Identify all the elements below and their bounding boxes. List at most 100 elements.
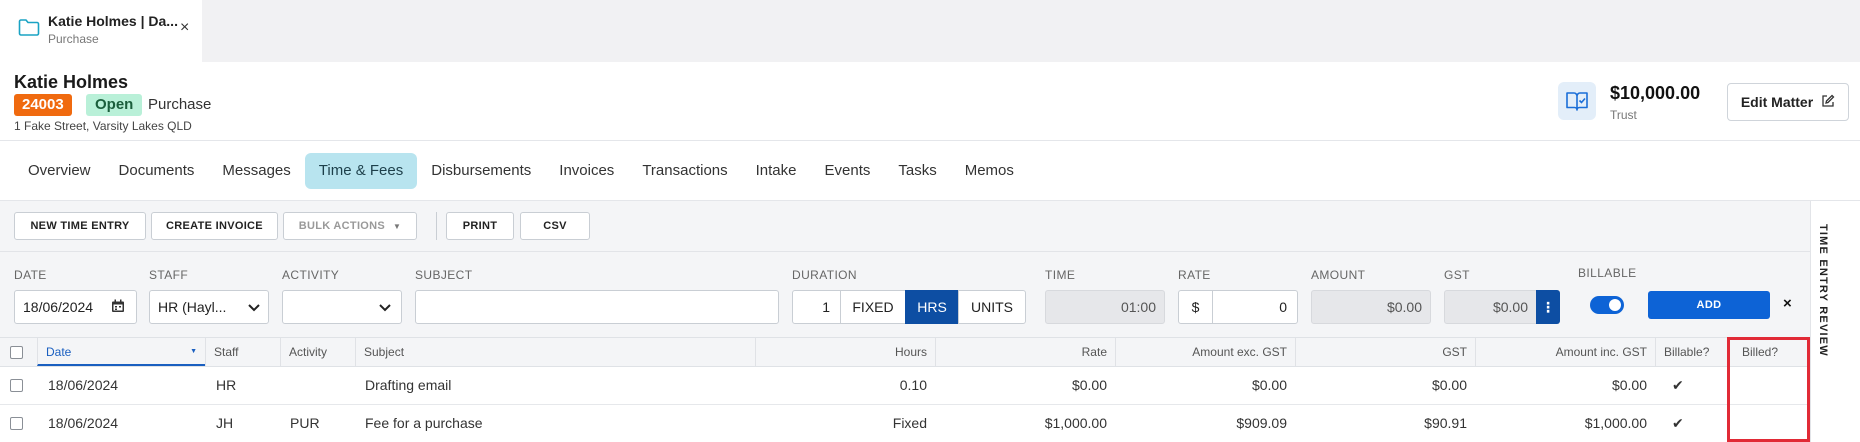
- close-icon[interactable]: ×: [1783, 295, 1792, 312]
- cell-rate: $0.00: [1071, 377, 1107, 393]
- tab-memos[interactable]: Memos: [951, 153, 1028, 189]
- folder-icon: [18, 18, 40, 40]
- gst-field: $0.00: [1444, 290, 1537, 324]
- time-entry-review-tab[interactable]: TIME ENTRY REVIEW: [1817, 224, 1829, 357]
- tab-events[interactable]: Events: [811, 153, 885, 189]
- subject-label: SUBJECT: [415, 268, 473, 282]
- tab-subtitle: Purchase: [48, 32, 99, 46]
- status-badge: Open: [86, 94, 143, 116]
- column-header-rate[interactable]: Rate: [935, 338, 1115, 366]
- date-field[interactable]: 18/06/2024: [14, 290, 137, 324]
- duration-units-button[interactable]: UNITS: [958, 290, 1026, 324]
- duration-hrs-button[interactable]: HRS: [905, 290, 959, 324]
- rate-currency: $: [1179, 291, 1213, 323]
- billable-check-icon: ✔: [1672, 415, 1684, 431]
- cell-activity: PUR: [290, 415, 320, 431]
- cell-billed: [1735, 405, 1751, 442]
- cell-amount-inc-gst: $0.00: [1611, 377, 1647, 393]
- column-header-subject[interactable]: Subject: [355, 338, 755, 366]
- column-header-gst[interactable]: GST: [1295, 338, 1475, 366]
- client-name: Katie Holmes: [14, 72, 129, 92]
- rate-field[interactable]: $ 0: [1178, 290, 1298, 324]
- time-label: TIME: [1045, 268, 1076, 282]
- table-row[interactable]: 18/06/2024 HR Drafting email 0.10 $0.00 …: [0, 367, 1810, 405]
- rate-label: RATE: [1178, 268, 1211, 282]
- column-header-amount-inc-gst[interactable]: Amount inc. GST: [1475, 338, 1655, 366]
- column-header-billed[interactable]: Billed?: [1727, 338, 1810, 366]
- cell-amount-exc-gst: $909.09: [1236, 415, 1287, 431]
- column-header-date[interactable]: Date ▼: [37, 338, 205, 366]
- cell-amount-inc-gst: $1,000.00: [1584, 415, 1647, 431]
- print-button[interactable]: PRINT: [446, 212, 514, 240]
- trust-book-icon[interactable]: [1558, 82, 1596, 120]
- row-checkbox[interactable]: [10, 379, 23, 392]
- edit-icon: [1821, 94, 1835, 111]
- sort-desc-icon: ▼: [190, 348, 197, 355]
- billable-toggle[interactable]: [1590, 296, 1624, 314]
- trust-label: Trust: [1610, 108, 1637, 122]
- matter-nav: Overview Documents Messages Time & Fees …: [14, 153, 1028, 189]
- subject-input[interactable]: [415, 290, 779, 324]
- duration-label: DURATION: [792, 268, 857, 282]
- column-header-amount-exc-gst[interactable]: Amount exc. GST: [1115, 338, 1295, 366]
- cell-staff: JH: [216, 415, 234, 431]
- create-invoice-button[interactable]: CREATE INVOICE: [151, 212, 278, 240]
- column-header-billable[interactable]: Billable?: [1655, 338, 1727, 366]
- select-all-checkbox[interactable]: [10, 346, 23, 359]
- cell-gst: $90.91: [1424, 415, 1467, 431]
- close-icon[interactable]: ×: [180, 19, 189, 37]
- tab-overview[interactable]: Overview: [14, 153, 105, 189]
- cell-subject: Drafting email: [365, 377, 452, 393]
- billable-label: BILLABLE: [1578, 266, 1637, 280]
- tab-documents[interactable]: Documents: [105, 153, 209, 189]
- gst-label: GST: [1444, 268, 1470, 282]
- activity-select[interactable]: [282, 290, 402, 324]
- activity-label: ACTIVITY: [282, 268, 340, 282]
- chevron-down-icon: [379, 299, 391, 315]
- tab-title: Katie Holmes | Da...: [48, 13, 178, 29]
- row-checkbox[interactable]: [10, 417, 23, 430]
- edit-matter-label: Edit Matter: [1740, 94, 1814, 110]
- amount-field: $0.00: [1311, 290, 1431, 324]
- cell-hours: 0.10: [899, 377, 927, 393]
- cell-staff: HR: [216, 377, 237, 393]
- edit-matter-button[interactable]: Edit Matter: [1727, 83, 1849, 121]
- staff-select[interactable]: HR (Hayl...: [149, 290, 269, 324]
- cell-hours: Fixed: [892, 415, 927, 431]
- column-header-staff[interactable]: Staff: [205, 338, 280, 366]
- column-header-activity[interactable]: Activity: [280, 338, 355, 366]
- cell-activity: [282, 367, 298, 404]
- duration-input[interactable]: 1: [792, 290, 841, 324]
- matter-address: 1 Fake Street, Varsity Lakes QLD: [14, 119, 192, 133]
- more-options-icon[interactable]: ⋮: [1536, 290, 1560, 324]
- table-header: Date ▼ Staff Activity Subject Hours Rate…: [0, 337, 1810, 367]
- tab-tasks[interactable]: Tasks: [884, 153, 950, 189]
- tab-disbursements[interactable]: Disbursements: [417, 153, 545, 189]
- table-row[interactable]: 18/06/2024 JH PUR Fee for a purchase Fix…: [0, 405, 1810, 442]
- date-label: DATE: [14, 268, 47, 282]
- tab-strip: Katie Holmes | Da... Purchase ×: [0, 0, 1860, 62]
- trust-balance: $10,000.00: [1610, 83, 1701, 103]
- column-header-date-label: Date: [46, 345, 72, 359]
- tab-time-fees[interactable]: Time & Fees: [304, 153, 418, 189]
- duration-fixed-button[interactable]: FIXED: [840, 290, 906, 324]
- billable-check-icon: ✔: [1672, 377, 1684, 393]
- cell-subject: Fee for a purchase: [365, 415, 483, 431]
- csv-button[interactable]: CSV: [520, 212, 590, 240]
- cell-billed: [1735, 367, 1751, 404]
- bulk-actions-dropdown[interactable]: BULK ACTIONS ▼: [283, 212, 417, 240]
- matter-tab[interactable]: Katie Holmes | Da... Purchase ×: [0, 0, 202, 62]
- staff-label: STAFF: [149, 268, 189, 282]
- tab-intake[interactable]: Intake: [742, 153, 811, 189]
- new-time-entry-button[interactable]: NEW TIME ENTRY: [14, 212, 146, 240]
- tab-invoices[interactable]: Invoices: [545, 153, 628, 189]
- cell-amount-exc-gst: $0.00: [1251, 377, 1287, 393]
- rate-value: 0: [1279, 299, 1287, 315]
- tab-messages[interactable]: Messages: [208, 153, 304, 189]
- time-field: 01:00: [1045, 290, 1165, 324]
- column-header-hours[interactable]: Hours: [755, 338, 935, 366]
- add-button[interactable]: ADD: [1648, 291, 1770, 319]
- staff-value: HR (Hayl...: [158, 299, 227, 315]
- date-value: 18/06/2024: [23, 299, 94, 315]
- tab-transactions[interactable]: Transactions: [628, 153, 741, 189]
